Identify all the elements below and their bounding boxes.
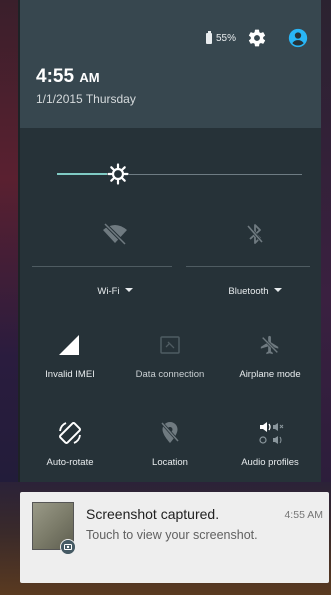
clock-ampm: AM [79,70,100,85]
settings-gear-icon[interactable] [247,28,267,48]
bluetooth-label: Bluetooth [228,286,269,297]
signal-icon [59,335,79,355]
tile-wifi-label[interactable]: Wi-Fi [60,281,170,299]
screenshot-notification[interactable]: Screenshot captured. 4:55 AM Touch to vi… [20,492,329,583]
tile-invalid-imei[interactable]: Invalid IMEI [20,334,120,380]
quick-settings-header: 55% 4:55 AM 1/1/2015 Thursday [20,0,321,128]
battery-icon [206,31,212,44]
wifi-dropdown-icon[interactable] [124,287,133,292]
wifi-label: Wi-Fi [97,286,120,297]
location-label: Location [152,457,188,468]
user-avatar-icon[interactable] [288,28,308,48]
brightness-slider[interactable] [57,162,302,186]
bluetooth-dropdown-icon[interactable] [273,287,282,292]
tile-airplane-mode[interactable]: Airplane mode [220,334,320,380]
brightness-icon[interactable] [106,162,130,186]
wifi-divider [32,266,172,267]
bluetooth-divider [186,266,310,267]
notification-body: Touch to view your screenshot. [86,528,258,542]
tile-wifi[interactable] [60,222,170,251]
tile-bluetooth[interactable] [200,222,310,251]
airplane-mode-label: Airplane mode [239,369,301,380]
wifi-off-icon [103,222,127,246]
data-connection-icon [160,336,180,354]
bluetooth-off-icon [246,224,264,244]
quick-settings-panel: 55% 4:55 AM 1/1/2015 Thursday Wi-Fi Blue… [20,0,321,482]
clock-time: 4:55 AM [36,66,100,88]
tile-audio-profiles[interactable]: Audio profiles [220,420,320,468]
battery-percent: 55% [216,33,237,44]
invalid-imei-label: Invalid IMEI [45,369,95,380]
auto-rotate-label: Auto-rotate [46,457,94,468]
audio-profiles-label: Audio profiles [241,457,299,468]
battery-status: 55% [206,31,237,44]
brightness-track [118,173,302,175]
clock-date: 1/1/2015 Thursday [36,92,136,106]
clock-hour-minute: 4:55 [36,66,75,87]
tile-location[interactable]: Location [120,420,220,468]
notification-title: Screenshot captured. [86,506,220,522]
airplane-icon [260,335,279,355]
data-connection-label: Data connection [135,369,205,380]
audio-profiles-icon [259,422,284,444]
notification-time: 4:55 AM [284,509,323,521]
tile-bluetooth-label[interactable]: Bluetooth [200,281,310,299]
location-off-icon [160,422,180,443]
tile-auto-rotate[interactable]: Auto-rotate [20,420,120,468]
tile-data-connection[interactable]: Data connection [120,334,220,380]
rotate-icon [59,422,81,444]
screenshot-badge-icon [60,539,76,555]
